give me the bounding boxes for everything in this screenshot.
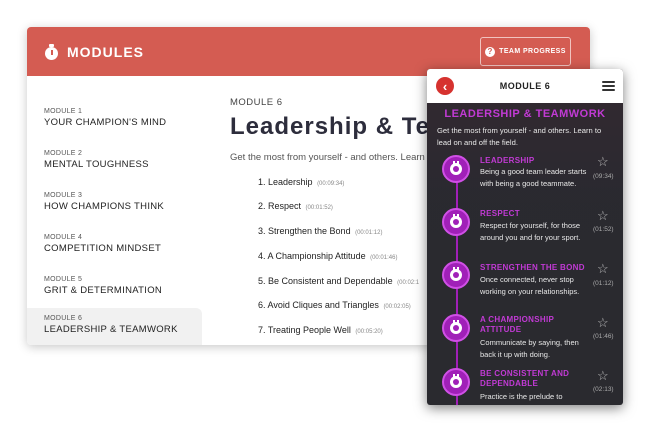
lesson-link[interactable]: 6. Avoid Cliques and Triangles (00:02:05… [258, 300, 411, 310]
module-sidebar: MODULE 1 YOUR CHAMPION'S MIND MODULE 2 M… [27, 76, 202, 345]
lesson-duration: (00:09:34) [317, 181, 345, 187]
lesson-label: 7. Treating People Well [258, 325, 351, 335]
lesson-duration: (01:52) [593, 226, 614, 233]
lesson-link[interactable]: 4. A Championship Attitude (00:01:46) [258, 251, 397, 261]
star-icon[interactable]: ☆ [597, 316, 609, 329]
sidebar-item-number: MODULE 5 [44, 276, 83, 283]
lesson-duration: (02:13) [593, 386, 614, 393]
lesson-duration: (00:01:52) [305, 205, 333, 211]
help-icon: ? [485, 46, 496, 57]
hamburger-menu-icon[interactable] [602, 81, 615, 91]
stopwatch-icon [45, 43, 59, 60]
sidebar-item-label: MENTAL TOUGHNESS [44, 159, 149, 170]
lesson-link[interactable]: 1. Leadership (00:09:34) [258, 177, 344, 187]
lesson-duration: (00:02:1 [397, 280, 420, 286]
medal-icon [442, 208, 470, 236]
lesson-duration: (00:01:46) [370, 255, 398, 261]
lesson-summary: Practice is the prelude to [480, 392, 563, 401]
sidebar-item-module-4[interactable]: MODULE 4 COMPETITION MINDSET [27, 227, 202, 267]
sidebar-item-number: MODULE 6 [44, 315, 83, 322]
sidebar-item-number: MODULE 2 [44, 150, 83, 157]
sidebar-item-label: COMPETITION MINDSET [44, 243, 162, 254]
medal-icon [442, 314, 470, 342]
lesson-title[interactable]: A CHAMPIONSHIP ATTITUDE [480, 315, 585, 335]
sidebar-item-number: MODULE 4 [44, 234, 83, 241]
lesson-title[interactable]: BE CONSISTENT AND DEPENDABLE [480, 369, 585, 389]
mobile-title: MODULE 6 [499, 81, 551, 91]
lesson-summary: Respect for yourself, for those around y… [480, 221, 581, 242]
module-description: Get the most from yourself - and others.… [230, 152, 425, 163]
module-title: Leadership & Tea [230, 113, 445, 140]
sidebar-item-module-3[interactable]: MODULE 3 HOW CHAMPIONS THINK [27, 185, 202, 225]
sidebar-item-number: MODULE 1 [44, 108, 83, 115]
sidebar-item-module-1[interactable]: MODULE 1 YOUR CHAMPION'S MIND [27, 101, 202, 141]
sidebar-item-label: YOUR CHAMPION'S MIND [44, 117, 167, 128]
team-progress-label: TEAM PROGRESS [499, 48, 566, 55]
star-icon[interactable]: ☆ [597, 155, 609, 168]
lesson-summary: Once connected, never stop working on yo… [480, 275, 580, 296]
sidebar-item-number: MODULE 3 [44, 192, 83, 199]
lesson-summary: Communicate by saying, then back it up w… [480, 338, 579, 359]
lesson-label: 6. Avoid Cliques and Triangles [258, 300, 379, 310]
star-icon[interactable]: ☆ [597, 209, 609, 222]
lesson-duration: (00:05:20) [355, 329, 383, 335]
lesson-link[interactable]: 2. Respect (00:01:52) [258, 201, 333, 211]
lesson-duration: (01:46) [593, 333, 614, 340]
lesson-title[interactable]: LEADERSHIP [480, 156, 585, 166]
star-icon[interactable]: ☆ [597, 369, 609, 382]
medal-icon [442, 261, 470, 289]
mobile-view: ‹ MODULE 6 LEADERSHIP & TEAMWORK Get the… [427, 69, 623, 405]
sidebar-item-module-5[interactable]: MODULE 5 GRIT & DETERMINATION [27, 269, 202, 309]
mobile-module-heading: LEADERSHIP & TEAMWORK [444, 108, 606, 120]
page-title: MODULES [67, 43, 144, 60]
module-label: MODULE 6 [230, 97, 283, 108]
stage: MODULES ? TEAM PROGRESS MODULE 1 YOUR CH… [0, 0, 660, 439]
lesson-link[interactable]: 5. Be Consistent and Dependable (00:02:1 [258, 276, 419, 286]
sidebar-item-label: GRIT & DETERMINATION [44, 285, 163, 296]
lesson-duration: (01:12) [593, 280, 614, 287]
lesson-link[interactable]: 3. Strengthen the Bond (00:01:12) [258, 226, 382, 236]
lesson-label: 1. Leadership [258, 177, 313, 187]
lesson-duration: (00:02:05) [383, 304, 411, 310]
medal-icon [442, 368, 470, 396]
lesson-summary: Being a good team leader starts with bei… [480, 167, 587, 188]
lesson-link[interactable]: 7. Treating People Well (00:05:20) [258, 325, 383, 335]
lesson-title[interactable]: RESPECT [480, 209, 585, 219]
sidebar-item-label: HOW CHAMPIONS THINK [44, 201, 165, 212]
lesson-title[interactable]: STRENGTHEN THE BOND [480, 263, 585, 273]
star-icon[interactable]: ☆ [597, 262, 609, 275]
team-progress-button[interactable]: ? TEAM PROGRESS [480, 37, 571, 66]
sidebar-item-label: LEADERSHIP & TEAMWORK [44, 324, 178, 335]
lesson-label: 2. Respect [258, 201, 302, 211]
lesson-label: 4. A Championship Attitude [258, 251, 366, 261]
lesson-duration: (00:01:12) [355, 230, 383, 236]
lesson-label: 3. Strengthen the Bond [258, 226, 351, 236]
lesson-label: 5. Be Consistent and Dependable [258, 276, 393, 286]
lesson-duration: (09:34) [593, 173, 614, 180]
sidebar-item-module-2[interactable]: MODULE 2 MENTAL TOUGHNESS [27, 143, 202, 183]
sidebar-item-module-6[interactable]: MODULE 6 LEADERSHIP & TEAMWORK [27, 308, 202, 345]
mobile-module-description: Get the most from yourself - and others.… [437, 126, 602, 147]
mobile-header: ‹ MODULE 6 [427, 69, 623, 103]
medal-icon [442, 155, 470, 183]
